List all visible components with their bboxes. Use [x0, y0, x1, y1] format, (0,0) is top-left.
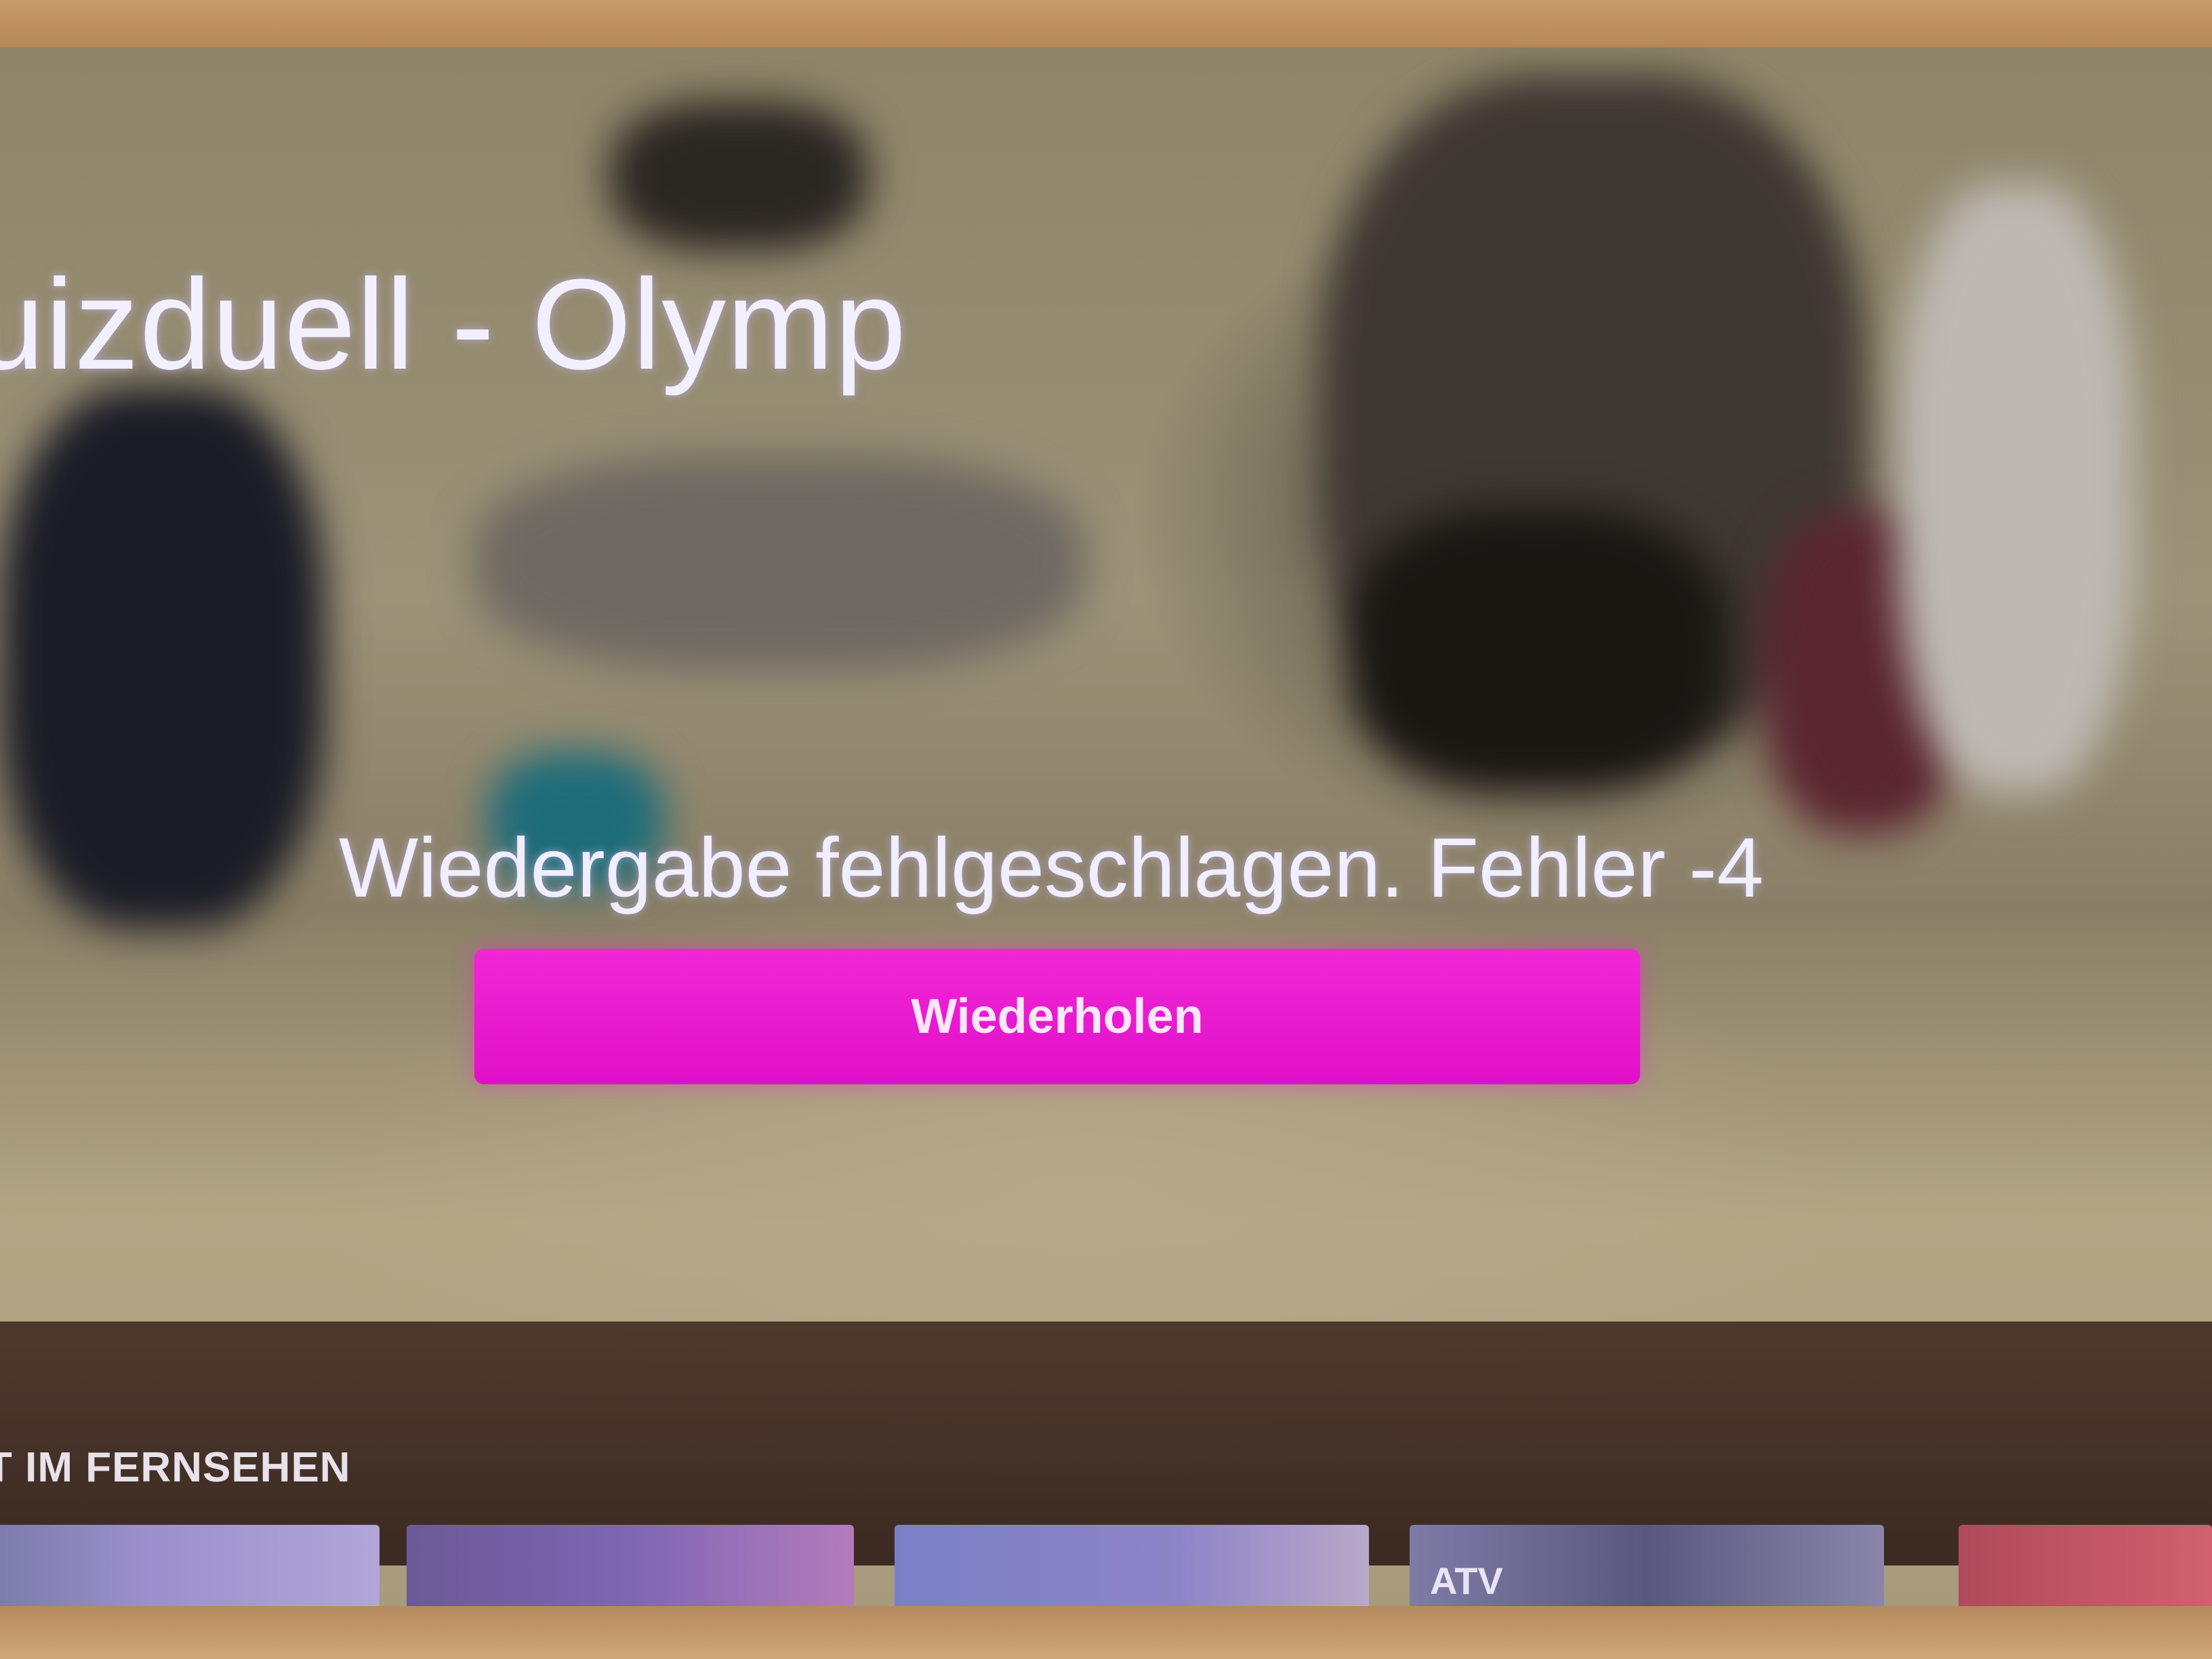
channel-tile[interactable]	[407, 1525, 854, 1620]
channel-tile[interactable]: ATV	[1410, 1525, 1884, 1620]
channel-tile[interactable]	[1959, 1525, 2212, 1620]
reflection-shape	[610, 102, 867, 251]
shelf-heading: T IM FERNSEHEN	[0, 1444, 351, 1491]
channel-tile[interactable]	[0, 1525, 380, 1620]
error-message: Wiedergabe fehlgeschlagen. Fehler -4	[339, 821, 1764, 915]
tv-bezel-bottom	[0, 1606, 2212, 1659]
reflection-shape	[0, 386, 325, 928]
reflection-shape	[1349, 508, 1728, 793]
channel-tile-label: ATV	[1430, 1559, 1503, 1602]
reflection-shape	[1898, 183, 2135, 793]
channel-tile[interactable]	[895, 1525, 1369, 1620]
retry-button-label: Wiederholen	[911, 989, 1204, 1044]
reflection-shape	[474, 454, 1084, 671]
show-title: uizduell - Olymp	[0, 253, 907, 396]
retry-button[interactable]: Wiederholen	[474, 949, 1640, 1084]
